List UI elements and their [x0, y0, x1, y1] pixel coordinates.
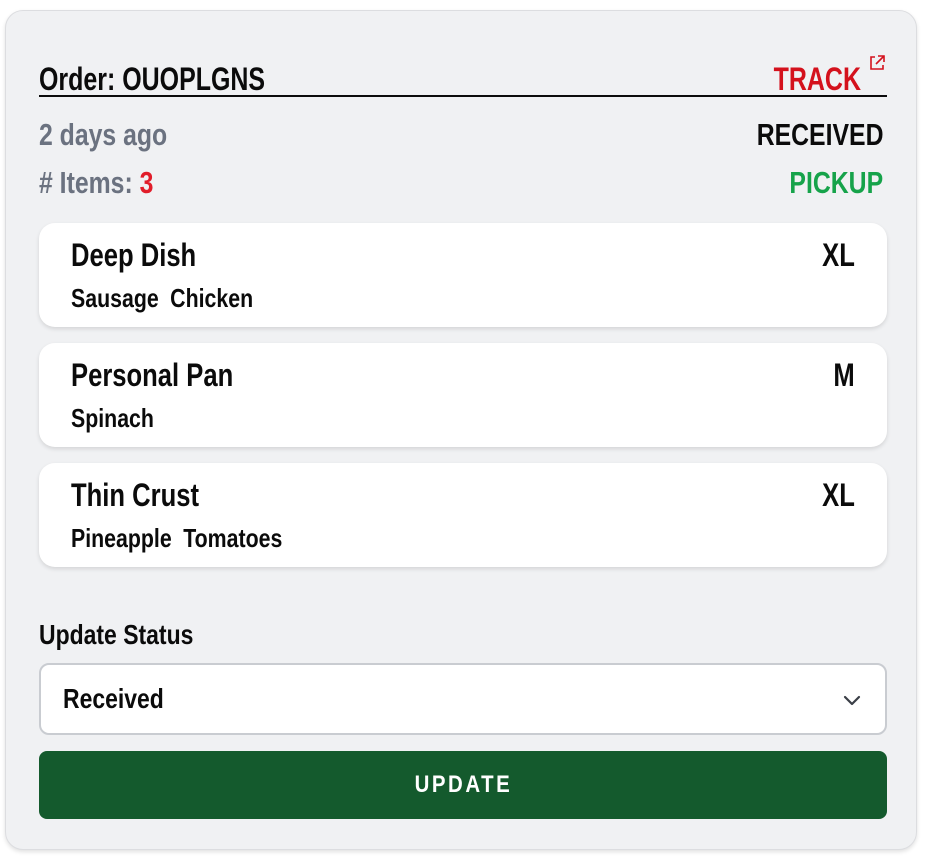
topping: Spinach	[71, 403, 154, 433]
item-size: XL	[822, 237, 855, 273]
topping: Pineapple	[71, 523, 172, 553]
status-select[interactable]: Received	[39, 663, 887, 735]
track-label: TRACK	[773, 61, 861, 97]
order-title: Order: OUOPLGNS	[39, 61, 266, 97]
order-status: RECEIVED	[756, 117, 883, 152]
list-item: Thin Crust XL Pineapple Tomatoes	[39, 463, 887, 567]
items-label: # Items:	[39, 165, 133, 200]
list-item: Deep Dish XL Sausage Chicken	[39, 223, 887, 327]
item-toppings: Pineapple Tomatoes	[71, 523, 282, 554]
order-time: 2 days ago	[39, 117, 168, 152]
items-count: 3	[139, 165, 154, 200]
item-name: Personal Pan	[71, 357, 234, 393]
item-toppings: Spinach	[71, 403, 154, 434]
item-size: M	[833, 357, 855, 393]
chevron-down-icon	[843, 695, 861, 706]
update-button-label: UPDATE	[414, 771, 512, 798]
item-toppings: Sausage Chicken	[71, 283, 253, 314]
item-name: Deep Dish	[71, 237, 197, 273]
topping: Chicken	[170, 283, 254, 313]
update-status-label: Update Status	[39, 619, 194, 650]
list-item: Personal Pan M Spinach	[39, 343, 887, 447]
external-link-icon	[870, 55, 885, 70]
topping: Sausage	[71, 283, 159, 313]
order-header: Order: OUOPLGNS TRACK	[39, 47, 887, 97]
status-select-value: Received	[63, 683, 164, 714]
order-card: Order: OUOPLGNS TRACK 2 days ago RECEIVE…	[5, 10, 917, 850]
update-button[interactable]: UPDATE	[39, 751, 887, 819]
item-name: Thin Crust	[71, 477, 199, 513]
track-link[interactable]: TRACK	[749, 53, 887, 98]
topping: Tomatoes	[183, 523, 283, 553]
items-summary: # Items: 3	[39, 165, 153, 201]
item-size: XL	[822, 477, 855, 513]
order-method: PICKUP	[789, 165, 883, 200]
